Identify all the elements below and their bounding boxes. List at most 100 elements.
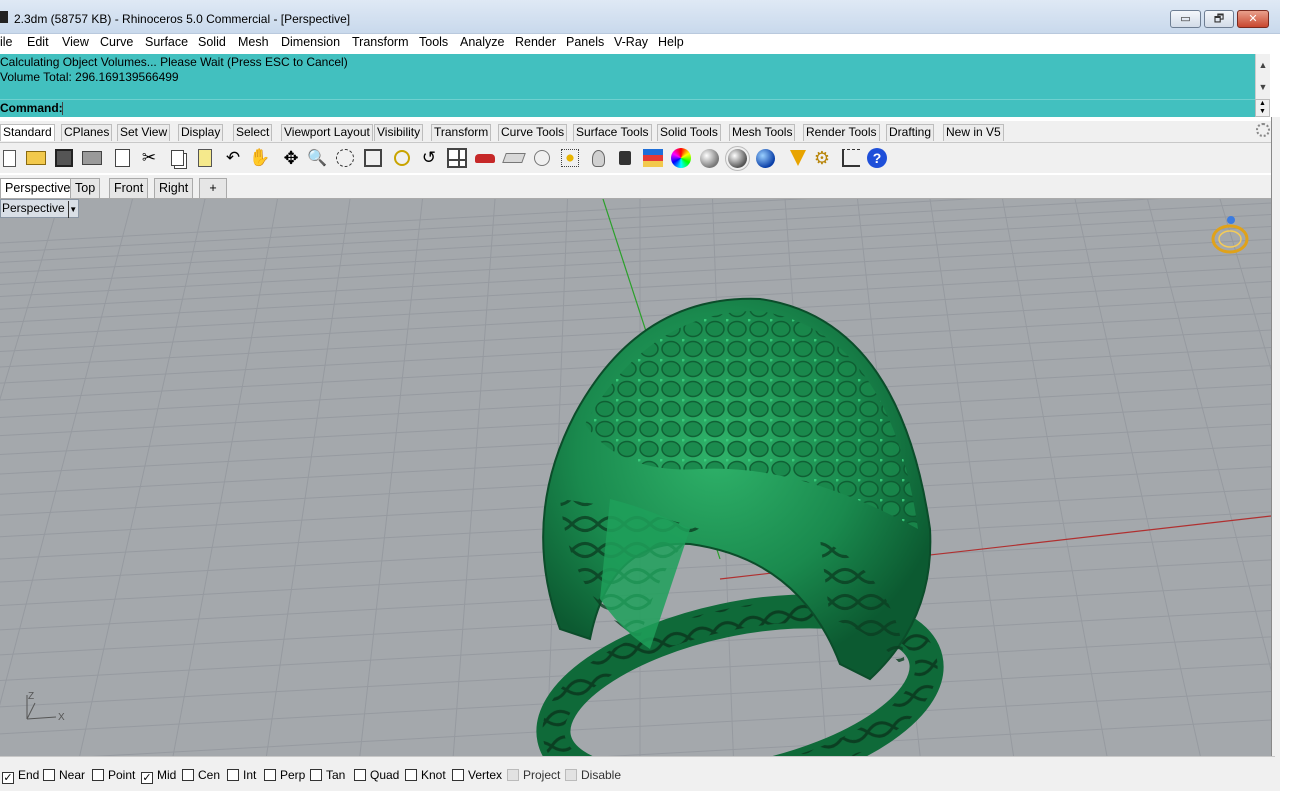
rotate-view-icon[interactable]: ✥ — [279, 146, 303, 170]
command-spin-button[interactable]: ▲ ▼ — [1255, 99, 1270, 117]
light-bulb-icon[interactable] — [586, 146, 610, 170]
restore-button[interactable]: 🗗 — [1204, 10, 1234, 28]
help-icon[interactable]: ? — [865, 146, 889, 170]
osnap-disable-checkbox[interactable] — [565, 769, 577, 781]
tab-transform[interactable]: Transform — [431, 124, 492, 141]
tab-mesh-tools[interactable]: Mesh Tools — [729, 124, 796, 141]
history-scrollbar[interactable]: ▲ ▼ — [1255, 54, 1270, 99]
import-icon[interactable] — [110, 146, 134, 170]
hide-icon[interactable] — [502, 146, 526, 170]
osnap-perp-checkbox[interactable] — [264, 769, 276, 781]
menu-analyze[interactable]: Analyze — [460, 34, 504, 54]
osnap-end[interactable]: ✓ End — [2, 769, 39, 784]
tab-viewport-layout[interactable]: Viewport Layout — [281, 124, 373, 141]
undo-icon[interactable]: ↶ — [221, 146, 245, 170]
tab-perspective[interactable]: Perspective — [0, 178, 76, 198]
tab-solid-tools[interactable]: Solid Tools — [657, 124, 721, 141]
osnap-vertex-checkbox[interactable] — [452, 769, 464, 781]
command-line[interactable]: Command: — [0, 99, 1255, 117]
perspective-viewport[interactable]: Z X Perspective ▼ — [0, 199, 1271, 756]
tab-render-tools[interactable]: Render Tools — [803, 124, 880, 141]
layer-icon[interactable] — [641, 146, 665, 170]
grid-snap-icon[interactable] — [839, 146, 863, 170]
zoom-window-icon[interactable] — [333, 146, 357, 170]
osnap-vertex[interactable]: Vertex — [452, 769, 502, 783]
menu-view[interactable]: View — [62, 34, 89, 54]
menu-solid[interactable]: Solid — [198, 34, 226, 54]
zoom-dynamic-icon[interactable]: 🔍 — [305, 146, 329, 170]
osnap-tan-checkbox[interactable] — [310, 769, 322, 781]
copy-icon[interactable] — [165, 146, 189, 170]
tab-set-view[interactable]: Set View — [117, 124, 171, 141]
render-sphere-icon[interactable] — [753, 146, 777, 170]
osnap-mid-checkbox[interactable]: ✓ — [141, 772, 153, 784]
tab-visibility[interactable]: Visibility — [374, 124, 424, 141]
menu-dimension[interactable]: Dimension — [281, 34, 340, 54]
print-icon[interactable] — [80, 146, 104, 170]
osnap-quad[interactable]: Quad — [354, 769, 399, 783]
tab-front[interactable]: Front — [109, 178, 149, 198]
osnap-quad-checkbox[interactable] — [354, 769, 366, 781]
rendered-sphere-icon[interactable] — [724, 145, 750, 171]
select-filter-icon[interactable] — [558, 146, 582, 170]
options-gear-icon[interactable]: ⚙ — [810, 146, 834, 170]
osnap-cen[interactable]: Cen — [182, 769, 220, 783]
menu-vray[interactable]: V-Ray — [614, 34, 648, 54]
undo-view-icon[interactable]: ↺ — [417, 146, 441, 170]
osnap-point-checkbox[interactable] — [92, 769, 104, 781]
tab-display[interactable]: Display — [178, 124, 224, 141]
chevron-down-icon[interactable]: ▼ — [67, 201, 78, 218]
tab-drafting[interactable]: Drafting — [886, 124, 935, 141]
osnap-knot-checkbox[interactable] — [405, 769, 417, 781]
pan-icon[interactable]: ✋ — [248, 146, 272, 170]
osnap-end-checkbox[interactable]: ✓ — [2, 772, 14, 784]
osnap-tan[interactable]: Tan — [310, 769, 345, 783]
osnap-perp[interactable]: Perp — [264, 769, 305, 783]
menu-transform[interactable]: Transform — [352, 34, 409, 54]
osnap-near-checkbox[interactable] — [43, 769, 55, 781]
minimize-button[interactable]: ▭ — [1170, 10, 1201, 28]
save-icon[interactable] — [52, 146, 76, 170]
osnap-near[interactable]: Near — [43, 769, 85, 783]
osnap-project-checkbox[interactable] — [507, 769, 519, 781]
tab-cplanes[interactable]: CPlanes — [61, 124, 113, 141]
car-icon[interactable] — [473, 146, 497, 170]
tab-new-in-v5[interactable]: New in V5 — [943, 124, 1004, 141]
paste-icon[interactable] — [193, 146, 217, 170]
command-history[interactable]: Calculating Object Volumes... Please Wai… — [0, 54, 1255, 99]
menu-tools[interactable]: Tools — [419, 34, 448, 54]
tab-surface-tools[interactable]: Surface Tools — [573, 124, 652, 141]
viewport-title-dropdown[interactable]: Perspective ▼ — [0, 199, 79, 218]
menu-panels[interactable]: Panels — [566, 34, 604, 54]
menu-help[interactable]: Help — [658, 34, 684, 54]
tab-curve-tools[interactable]: Curve Tools — [498, 124, 568, 141]
zoom-selected-icon[interactable] — [390, 146, 414, 170]
command-input[interactable] — [62, 102, 63, 115]
menu-render[interactable]: Render — [515, 34, 556, 54]
shaded-sphere-icon[interactable] — [697, 146, 721, 170]
osnap-disable[interactable]: Disable — [565, 769, 621, 783]
menu-file[interactable]: ile — [0, 34, 13, 54]
rhino-app-icon[interactable] — [0, 11, 8, 23]
tab-select[interactable]: Select — [233, 124, 273, 141]
menu-mesh[interactable]: Mesh — [238, 34, 269, 54]
toolbar-settings-gear-icon[interactable] — [1256, 123, 1270, 137]
cut-icon[interactable]: ✂ — [137, 146, 161, 170]
filter-icon[interactable] — [786, 146, 810, 170]
tab-right[interactable]: Right — [154, 178, 194, 198]
tab-top[interactable]: Top — [70, 178, 101, 198]
scroll-down-icon[interactable]: ▼ — [1256, 76, 1270, 98]
osnap-cen-checkbox[interactable] — [182, 769, 194, 781]
close-button[interactable]: ✕ — [1237, 10, 1269, 28]
osnap-mid[interactable]: ✓ Mid — [141, 769, 176, 784]
open-file-icon[interactable] — [24, 146, 48, 170]
osnap-int[interactable]: Int — [227, 769, 256, 783]
menu-edit[interactable]: Edit — [27, 34, 49, 54]
osnap-knot[interactable]: Knot — [405, 769, 446, 783]
osnap-project[interactable]: Project — [507, 769, 560, 783]
menu-surface[interactable]: Surface — [145, 34, 188, 54]
show-points-icon[interactable] — [530, 146, 554, 170]
add-viewport-tab-icon[interactable]: + — [199, 178, 227, 198]
menu-curve[interactable]: Curve — [100, 34, 133, 54]
osnap-int-checkbox[interactable] — [227, 769, 239, 781]
